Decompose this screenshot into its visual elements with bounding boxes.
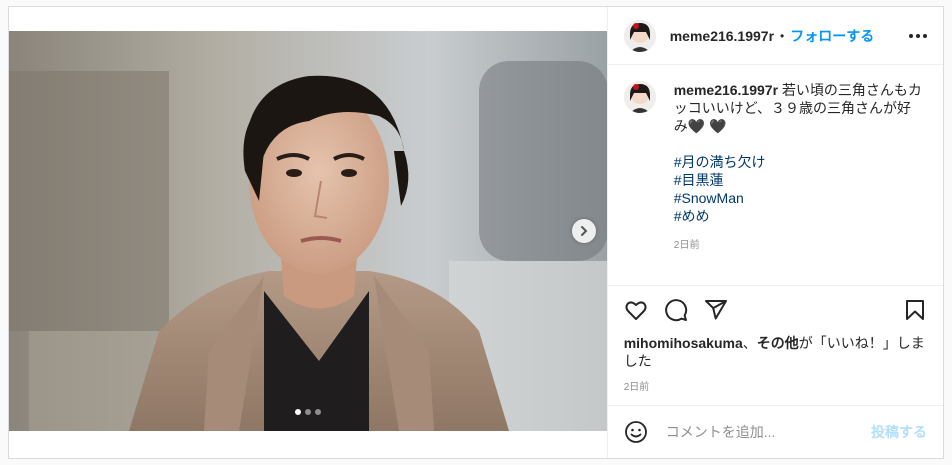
- likes-others-link[interactable]: その他: [757, 335, 799, 351]
- caption-username[interactable]: meme216.1997r: [674, 82, 778, 98]
- share-icon[interactable]: [704, 298, 728, 322]
- post-photo[interactable]: [9, 31, 607, 431]
- separator-dot: •: [780, 28, 785, 43]
- photo-image: [9, 31, 607, 431]
- action-bar: [608, 286, 943, 334]
- avatar-image: [623, 81, 656, 113]
- post-username[interactable]: meme216.1997r: [670, 28, 774, 44]
- instagram-post: meme216.1997r • フォローする meme216.1997r 若い頃…: [8, 6, 944, 459]
- bookmark-icon[interactable]: [903, 298, 927, 322]
- caption-text: meme216.1997r 若い頃の三角さんもカッコいいけど、３９歳の三角さんが…: [674, 81, 924, 255]
- heart-icon[interactable]: [624, 298, 648, 322]
- more-icon[interactable]: [909, 33, 927, 38]
- comment-icon[interactable]: [664, 298, 688, 322]
- carousel-dot: [305, 409, 311, 415]
- hashtag-link[interactable]: #めめ: [674, 207, 924, 225]
- likes-text: mihomihosakuma、その他が「いいね！」しました: [608, 334, 943, 370]
- carousel-next-button[interactable]: [572, 219, 596, 243]
- hashtag-list: #月の満ち欠け #目黒蓮 #SnowMan #めめ: [674, 153, 924, 225]
- likes-user[interactable]: mihomihosakuma: [624, 335, 743, 351]
- caption-avatar[interactable]: [623, 81, 656, 113]
- hashtag-link[interactable]: #月の満ち欠け: [674, 153, 924, 171]
- avatar-image: [623, 19, 656, 52]
- avatar[interactable]: [623, 19, 656, 52]
- post-header: meme216.1997r • フォローする: [607, 7, 943, 65]
- carousel-indicator: [295, 409, 321, 415]
- carousel-dot-active: [295, 409, 301, 415]
- likes-mid: 、: [742, 335, 757, 351]
- post-media: [9, 7, 607, 458]
- post-sidebar: meme216.1997r • フォローする meme216.1997r 若い頃…: [606, 7, 943, 458]
- comment-box: 投稿する: [608, 406, 943, 458]
- emoji-icon[interactable]: [624, 420, 648, 444]
- post-comment-button[interactable]: 投稿する: [871, 422, 927, 442]
- comment-input[interactable]: [663, 423, 871, 441]
- post-timestamp[interactable]: 2日前: [607, 370, 943, 406]
- hashtag-link[interactable]: #SnowMan: [674, 189, 924, 207]
- chevron-right-icon: [581, 226, 588, 236]
- caption-area: meme216.1997r 若い頃の三角さんもカッコいいけど、３９歳の三角さんが…: [607, 65, 943, 286]
- hashtag-link[interactable]: #目黒蓮: [674, 171, 924, 189]
- caption: meme216.1997r 若い頃の三角さんもカッコいいけど、３９歳の三角さんが…: [623, 81, 927, 255]
- caption-timestamp[interactable]: 2日前: [674, 237, 924, 255]
- carousel-dot: [315, 409, 321, 415]
- follow-button[interactable]: フォローする: [790, 26, 874, 46]
